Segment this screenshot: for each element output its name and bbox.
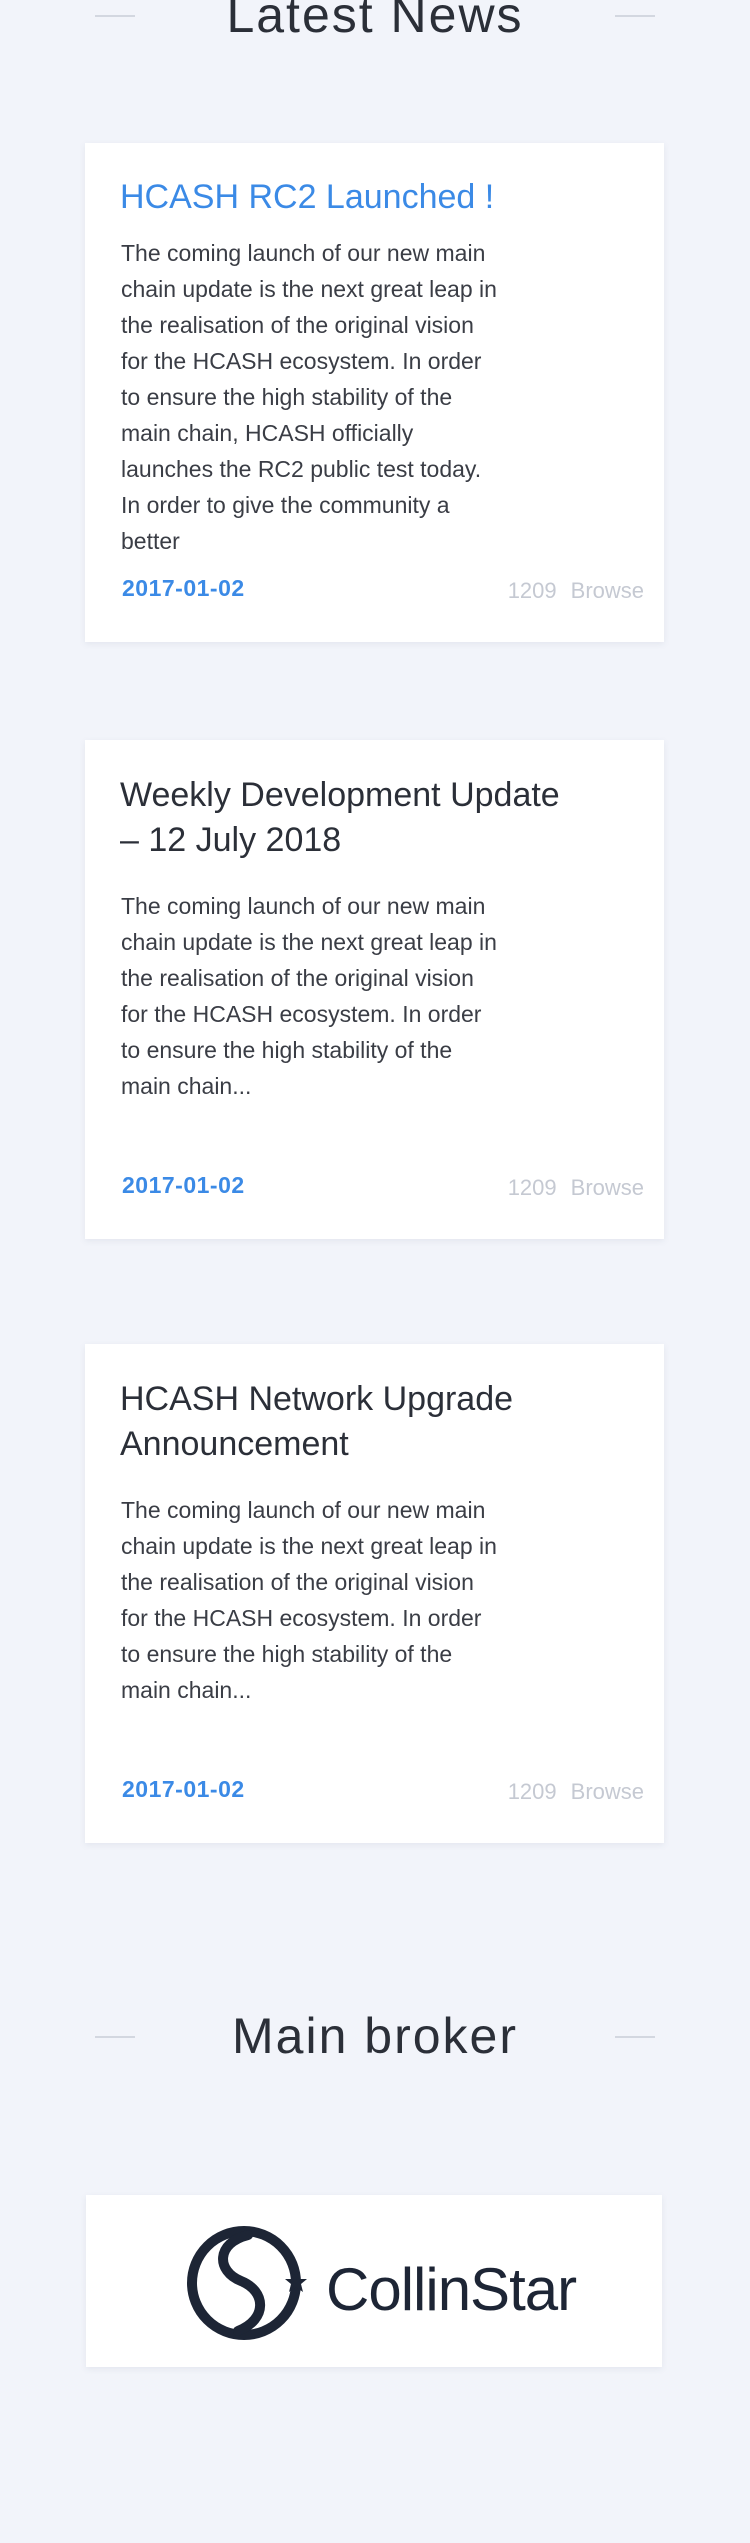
broker-card[interactable]: CollinStar	[86, 2195, 662, 2367]
news-date: 2017-01-02	[122, 575, 245, 601]
heading-divider-right	[615, 2036, 655, 2038]
view-count-number: 1209	[507, 578, 557, 603]
news-title-link[interactable]: HCASH RC2 Launched !	[120, 175, 560, 220]
news-date: 2017-01-02	[122, 1776, 245, 1802]
news-date: 2017-01-02	[122, 1172, 245, 1198]
view-count-number: 1209	[507, 1175, 557, 1200]
news-card[interactable]: Weekly Development Update – 12 July 2018…	[85, 740, 664, 1239]
news-view-count: 1209 Browse	[508, 578, 644, 604]
collinstar-logo-icon	[187, 2226, 307, 2340]
news-card[interactable]: HCASH Network Upgrade Announcement The c…	[85, 1344, 664, 1843]
view-count-label: Browse	[570, 1779, 644, 1804]
view-count-number: 1209	[507, 1779, 557, 1804]
main-broker-title: Main broker	[232, 2008, 518, 2064]
news-summary: The coming launch of our new main chain …	[121, 1497, 497, 1703]
heading-divider-left	[95, 2036, 135, 2038]
heading-divider-right	[615, 15, 655, 17]
news-title-link[interactable]: HCASH Network Upgrade Announcement	[120, 1377, 560, 1467]
view-count-label: Browse	[570, 1175, 644, 1200]
main-broker-heading: Main broker	[0, 2007, 750, 2065]
news-title-link[interactable]: Weekly Development Update – 12 July 2018	[120, 773, 560, 863]
broker-name: CollinStar	[326, 2256, 577, 2323]
view-count-label: Browse	[570, 578, 644, 603]
news-view-count: 1209 Browse	[508, 1779, 644, 1805]
heading-divider-left	[95, 15, 135, 17]
news-summary: The coming launch of our new main chain …	[121, 240, 497, 554]
latest-news-heading: Latest News	[0, 0, 750, 44]
latest-news-title: Latest News	[226, 0, 524, 43]
news-summary: The coming launch of our new main chain …	[121, 893, 497, 1099]
news-card[interactable]: HCASH RC2 Launched ! The coming launch o…	[85, 143, 664, 642]
news-view-count: 1209 Browse	[508, 1175, 644, 1201]
